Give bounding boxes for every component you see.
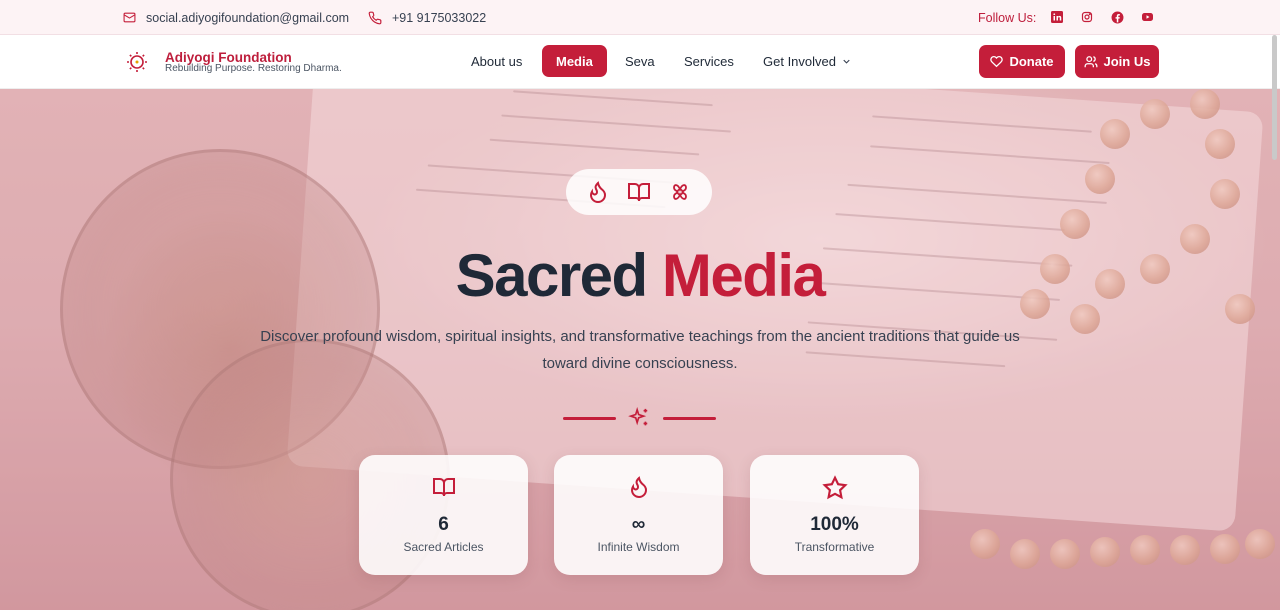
stat-value: 100% xyxy=(810,514,859,535)
stat-label: Transformative xyxy=(794,540,875,554)
main-navbar: Adiyogi Foundation Rebuilding Purpose. R… xyxy=(0,35,1280,89)
donate-button[interactable]: Donate xyxy=(979,45,1065,78)
nav-get-involved[interactable]: Get Involved xyxy=(763,45,852,77)
flower-icon xyxy=(673,184,687,200)
divider-line-right xyxy=(663,417,716,420)
divider-line-left xyxy=(563,417,616,420)
nav-media[interactable]: Media xyxy=(542,45,607,77)
nav-get-involved-label: Get Involved xyxy=(763,53,836,69)
title-word-sacred: Sacred xyxy=(455,242,649,309)
mail-icon xyxy=(123,12,136,23)
facebook-icon[interactable] xyxy=(1110,10,1124,24)
email-contact[interactable]: social.adiyogifoundation@gmail.com xyxy=(123,0,349,35)
nav-seva[interactable]: Seva xyxy=(625,45,655,77)
page-title: Sacred Media xyxy=(0,241,1280,311)
book-open-icon xyxy=(432,478,455,497)
chevron-down-icon xyxy=(843,59,850,64)
stat-label: Infinite Wisdom xyxy=(597,540,680,554)
stat-label: Sacred Articles xyxy=(403,540,484,554)
stat-value: ∞ xyxy=(631,514,646,535)
youtube-icon[interactable] xyxy=(1140,10,1154,24)
join-us-button[interactable]: Join Us xyxy=(1075,45,1159,78)
hero-icon-pill xyxy=(566,169,712,215)
hero-section: Sacred Media Discover profound wisdom, s… xyxy=(0,89,1280,610)
email-text: social.adiyogifoundation@gmail.com xyxy=(146,10,350,25)
top-contact-bar: social.adiyogifoundation@gmail.com +91 9… xyxy=(0,0,1280,35)
brand-tagline: Rebuilding Purpose. Restoring Dharma. xyxy=(165,63,342,74)
nav-services[interactable]: Services xyxy=(684,45,734,77)
users-icon xyxy=(1084,55,1097,67)
stat-value: 6 xyxy=(438,514,449,535)
donate-label: Donate xyxy=(1009,54,1054,69)
book-open-icon xyxy=(628,183,650,202)
title-word-media: Media xyxy=(661,242,826,309)
phone-contact[interactable]: +91 9175033022 xyxy=(368,0,486,35)
instagram-icon[interactable] xyxy=(1080,10,1094,24)
flame-icon xyxy=(630,476,647,498)
sun-logo-icon[interactable] xyxy=(125,50,149,74)
join-us-label: Join Us xyxy=(1103,54,1151,69)
stat-card-articles: 6 Sacred Articles xyxy=(359,455,528,575)
hero-subtitle: Discover profound wisdom, spiritual insi… xyxy=(260,328,1020,372)
linkedin-icon[interactable] xyxy=(1050,10,1064,24)
heart-icon xyxy=(990,55,1004,68)
flame-icon xyxy=(589,181,607,203)
page-scrollbar[interactable] xyxy=(1272,35,1277,160)
phone-icon xyxy=(368,11,382,24)
sparkle-icon xyxy=(628,407,648,426)
stat-card-wisdom: ∞ Infinite Wisdom xyxy=(554,455,723,575)
stat-card-transformative: 100% Transformative xyxy=(750,455,919,575)
ornamental-divider xyxy=(563,407,716,429)
follow-label: Follow Us: xyxy=(978,10,1037,25)
phone-text: +91 9175033022 xyxy=(392,10,487,25)
nav-about-us[interactable]: About us xyxy=(471,45,522,77)
star-icon xyxy=(821,475,848,500)
